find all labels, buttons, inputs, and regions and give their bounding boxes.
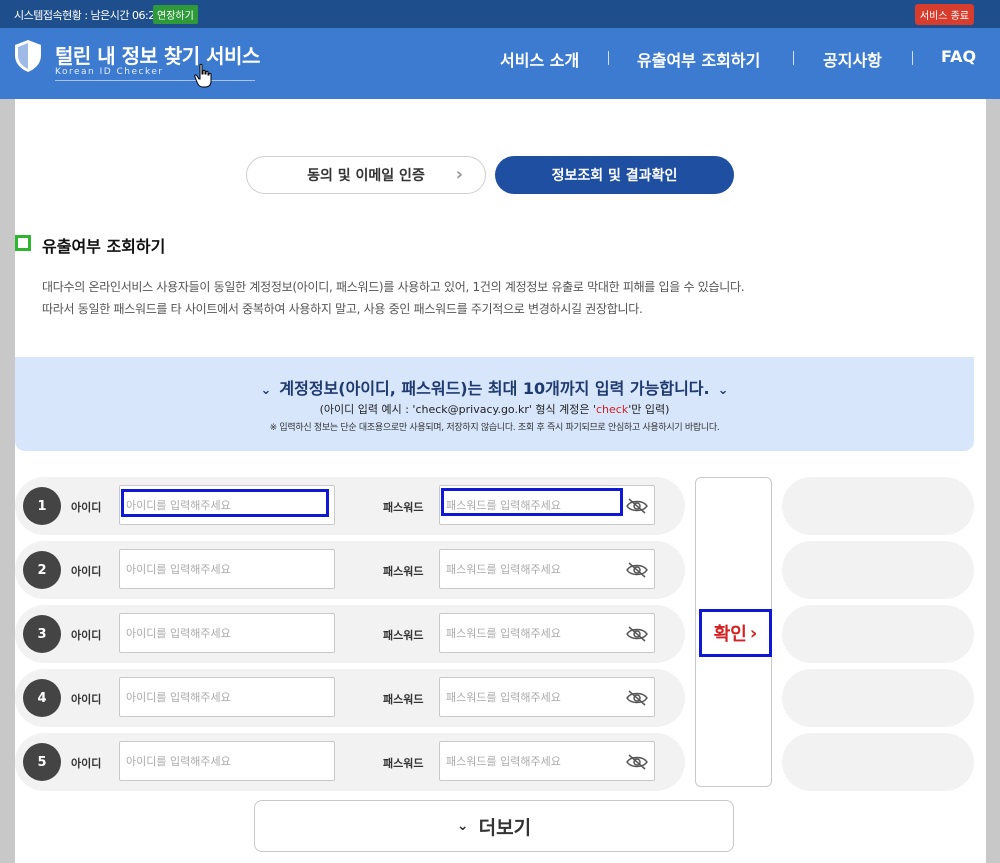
section-square-icon [15,235,31,251]
row-number: 3 [23,615,61,653]
description-line-1: 대다수의 온라인서비스 사용자들이 동일한 계정정보(아이디, 패스워드)를 사… [42,280,745,294]
id-label: 아이디 [71,501,102,514]
result-slot [782,669,974,727]
nav-separator [608,51,609,65]
id-label: 아이디 [71,565,102,578]
password-placeholder: 패스워드를 입력해주세요 [446,755,561,768]
password-placeholder: 패스워드를 입력해주세요 [446,627,561,640]
info-example-suffix: '만 입력) [628,403,670,416]
site-header: 털린 내 정보 찾기 서비스 Korean ID Checker 서비스 소개 … [0,28,1000,99]
credential-row: 4 아이디 아이디를 입력해주세요 패스워드 패스워드를 입력해주세요 [15,669,685,727]
eye-slash-icon[interactable] [626,562,648,578]
result-slot [782,477,974,535]
id-placeholder: 아이디를 입력해주세요 [126,627,231,640]
info-note: ※ 입력하신 정보는 단순 대조용으로만 사용되며, 저장하지 않습니다. 조회… [269,423,720,433]
row-number: 5 [23,743,61,781]
nav-service-intro[interactable]: 서비스 소개 [500,47,579,71]
confirm-button-highlight[interactable]: 확인 › [699,609,772,657]
row-number: 1 [23,487,61,525]
id-placeholder: 아이디를 입력해주세요 [126,499,231,512]
nav-faq[interactable]: FAQ [941,47,976,66]
result-slot [782,733,974,791]
id-input[interactable]: 아이디를 입력해주세요 [119,677,335,717]
password-label: 패스워드 [383,757,424,770]
chevron-right-icon: › [749,622,758,644]
info-headline-text: 계정정보(아이디, 패스워드)는 최대 10개까지 입력 가능합니다. [279,379,710,398]
input-info-panel: ⌄ 계정정보(아이디, 패스워드)는 최대 10개까지 입력 가능합니다. ⌄ (아… [15,357,974,451]
step-lookup-label: 정보조회 및 결과확인 [551,168,678,184]
session-status: 시스템접속현황 : 남은시간 06:29 [14,7,162,23]
id-input[interactable]: 아이디를 입력해주세요 [119,549,335,589]
id-input[interactable]: 아이디를 입력해주세요 [119,485,335,525]
id-input[interactable]: 아이디를 입력해주세요 [119,741,335,781]
result-slot [782,605,974,663]
eye-slash-icon[interactable] [626,498,648,514]
eye-slash-icon[interactable] [626,754,648,770]
step-consent-email[interactable]: 동의 및 이메일 인증 › [246,156,486,194]
password-input[interactable]: 패스워드를 입력해주세요 [439,485,655,525]
id-label: 아이디 [71,693,102,706]
extend-session-button[interactable]: 연장하기 [153,5,198,24]
step-lookup-result[interactable]: 정보조회 및 결과확인 [495,156,734,194]
eye-slash-icon[interactable] [626,690,648,706]
password-label: 패스워드 [383,501,424,514]
description-line-2: 따라서 동일한 패스워드를 타 사이트에서 중복하여 사용하지 말고, 사용 중… [42,302,643,316]
end-service-button[interactable]: 서비스 종료 [914,4,974,25]
nav-separator [793,51,794,65]
shield-logo-icon [15,40,41,72]
id-placeholder: 아이디를 입력해주세요 [126,563,231,576]
logo-subtitle: Korean ID Checker [55,67,164,77]
step-consent-label: 동의 및 이메일 인증 [307,168,425,184]
credential-row: 2 아이디 아이디를 입력해주세요 패스워드 패스워드를 입력해주세요 [15,541,685,599]
eye-slash-icon[interactable] [626,626,648,642]
nav-notice[interactable]: 공지사항 [823,47,882,71]
password-input[interactable]: 패스워드를 입력해주세요 [439,613,655,653]
chevron-down-icon: ⌄ [260,383,272,398]
id-input[interactable]: 아이디를 입력해주세요 [119,613,335,653]
password-label: 패스워드 [383,693,424,706]
id-placeholder: 아이디를 입력해주세요 [126,755,231,768]
result-slot [782,541,974,599]
confirm-button[interactable]: 확인 › [695,477,772,787]
section-description: 대다수의 온라인서비스 사용자들이 동일한 계정정보(아이디, 패스워드)를 사… [42,276,745,320]
info-example: (아이디 입력 예시 : 'check@privacy.go.kr' 형식 계정… [15,401,974,417]
id-label: 아이디 [71,629,102,642]
row-number: 4 [23,679,61,717]
load-more-button[interactable]: ⌄ 더보기 [254,800,734,852]
password-label: 패스워드 [383,565,424,578]
page: 시스템접속현황 : 남은시간 06:29 연장하기 서비스 종료 털린 내 정보… [0,0,1000,863]
session-bar: 시스템접속현황 : 남은시간 06:29 연장하기 서비스 종료 [0,0,1000,28]
section-title: 유출여부 조회하기 [42,237,166,256]
password-placeholder: 패스워드를 입력해주세요 [446,691,561,704]
logo-title[interactable]: 털린 내 정보 찾기 서비스 [55,40,260,69]
main-content: 동의 및 이메일 인증 › 정보조회 및 결과확인 유출여부 조회하기 대다수의… [15,99,986,863]
password-input[interactable]: 패스워드를 입력해주세요 [439,741,655,781]
info-example-highlight: check [596,403,629,416]
chevron-right-icon: › [455,164,463,185]
credential-row: 1 아이디 아이디를 입력해주세요 패스워드 패스워드를 입력해주세요 [15,477,685,535]
id-placeholder: 아이디를 입력해주세요 [126,691,231,704]
password-label: 패스워드 [383,629,424,642]
id-label: 아이디 [71,757,102,770]
confirm-label: 확인 [713,624,747,645]
nav-leak-check[interactable]: 유출여부 조회하기 [637,47,760,71]
password-input[interactable]: 패스워드를 입력해주세요 [439,677,655,717]
password-placeholder: 패스워드를 입력해주세요 [446,499,561,512]
credential-row: 5 아이디 아이디를 입력해주세요 패스워드 패스워드를 입력해주세요 [15,733,685,791]
chevron-down-icon: ⌄ [717,383,729,398]
logo-underline [55,80,255,81]
row-number: 2 [23,551,61,589]
hand-cursor-icon [194,63,212,88]
password-placeholder: 패스워드를 입력해주세요 [446,563,561,576]
nav-separator [912,51,913,65]
info-example-prefix: (아이디 입력 예시 : 'check@privacy.go.kr' 형식 계정… [319,403,596,416]
password-input[interactable]: 패스워드를 입력해주세요 [439,549,655,589]
load-more-label: 더보기 [478,816,532,839]
session-label: 시스템접속현황 : 남은시간 [14,9,130,22]
credential-row: 3 아이디 아이디를 입력해주세요 패스워드 패스워드를 입력해주세요 [15,605,685,663]
info-headline: ⌄ 계정정보(아이디, 패스워드)는 최대 10개까지 입력 가능합니다. ⌄ [15,375,974,399]
chevron-down-icon: ⌄ [456,818,469,834]
